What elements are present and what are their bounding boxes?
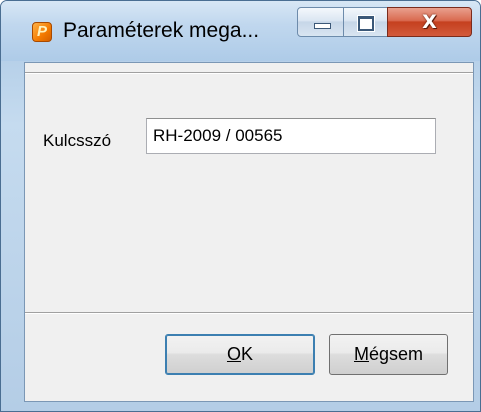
close-icon: X — [422, 11, 437, 33]
keyword-input[interactable] — [146, 118, 436, 154]
cancel-accelerator: M — [353, 344, 369, 364]
close-button[interactable]: X — [387, 7, 472, 37]
ok-label-rest: K — [241, 344, 254, 364]
button-area-divider — [25, 312, 473, 314]
cancel-label-rest: égsem — [368, 344, 424, 364]
dialog-client-area: Kulcsszó OK Mégsem — [24, 62, 474, 402]
minimize-button[interactable] — [297, 7, 344, 37]
ok-button[interactable]: OK — [165, 334, 315, 375]
title-bar[interactable]: P Paraméterek mega... X — [1, 1, 480, 61]
app-logo-icon[interactable]: P — [32, 22, 52, 42]
maximize-icon — [358, 16, 374, 31]
dialog-window: P Paraméterek mega... X Kulcsszó OK Mégs… — [0, 0, 481, 412]
top-divider — [25, 72, 473, 74]
keyword-label: Kulcsszó — [43, 131, 112, 150]
ok-accelerator: O — [226, 344, 241, 364]
maximize-button[interactable] — [343, 7, 388, 37]
cancel-button[interactable]: Mégsem — [329, 334, 448, 375]
app-logo-letter: P — [36, 23, 47, 40]
minimize-icon — [314, 23, 331, 29]
window-title: Paraméterek mega... — [63, 19, 260, 42]
